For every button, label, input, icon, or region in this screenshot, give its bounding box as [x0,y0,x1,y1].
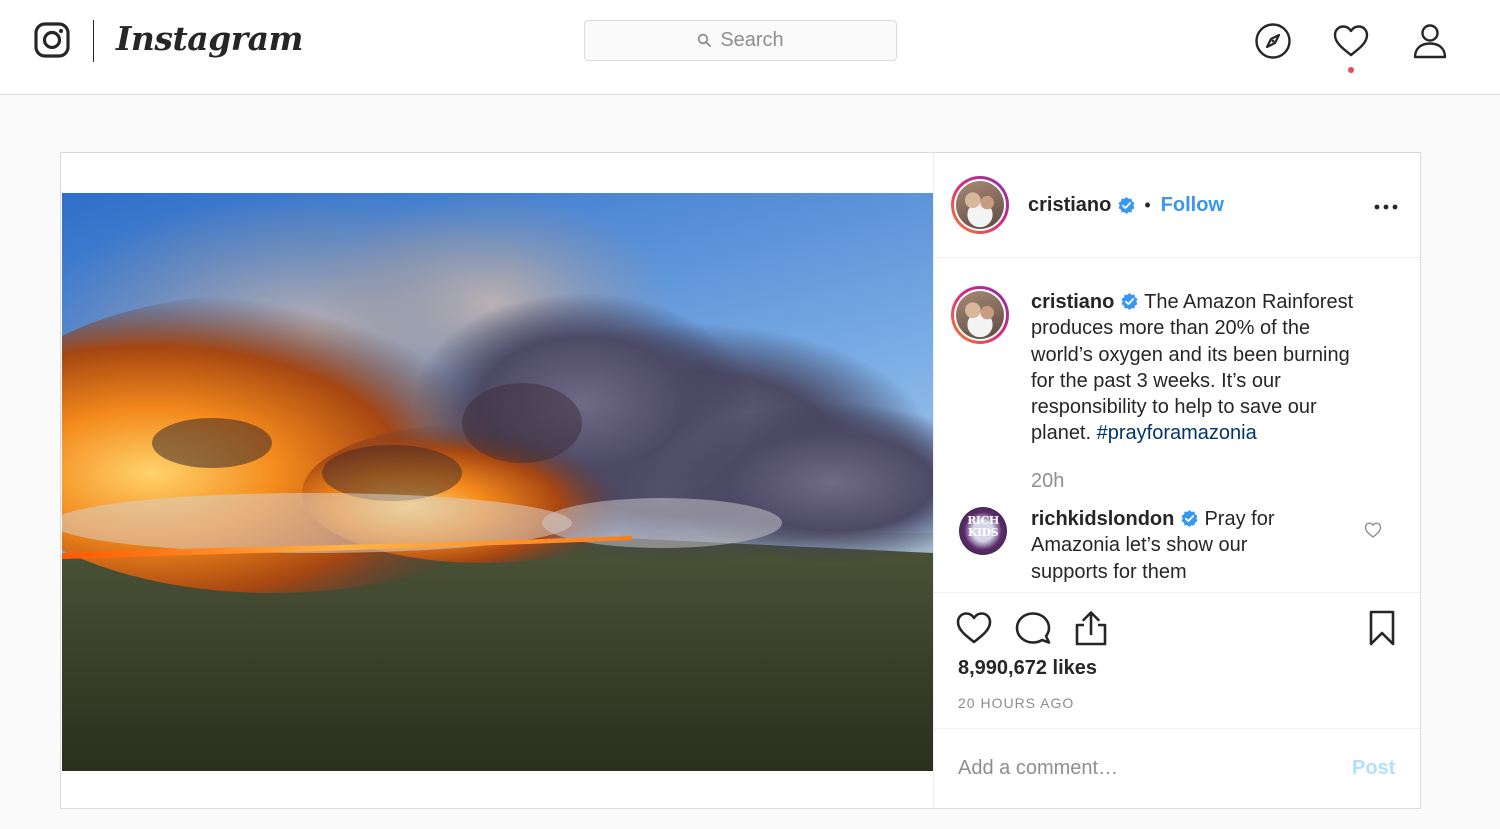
caption-hashtag[interactable]: #prayforamazonia [1097,422,1257,444]
comment-bubble-icon[interactable] [1014,609,1052,647]
search-icon [698,33,712,47]
post-caption: cristiano The Amazon Rainforest produces… [1031,289,1376,447]
like-heart-icon[interactable] [955,609,993,647]
caption-author-avatar[interactable] [951,286,1009,344]
commenter-avatar-text: RICH KIDS [967,514,999,539]
search-box[interactable]: Search [584,20,897,61]
top-navigation-bar: Instagram Search [0,0,1500,95]
post-actions: 8,990,672 likes 20 HOURS AGO [934,592,1420,729]
verified-badge-icon [1121,292,1138,311]
verified-badge-icon [1118,196,1135,215]
comment-input[interactable] [956,751,1320,785]
posted-time[interactable]: 20 HOURS AGO [958,695,1074,711]
post-header: cristiano • Follow [934,153,1420,258]
heart-icon[interactable] [1332,22,1370,60]
like-count[interactable]: 8,990,672 likes [958,657,1097,680]
post-card: cristiano • Follow cristiano The Amazon … [60,152,1421,809]
post-sidebar: cristiano • Follow cristiano The Amazon … [933,153,1420,808]
commenter-avatar[interactable]: RICH KIDS [959,507,1007,555]
notification-dot [1348,67,1354,73]
comment: richkidslondon Pray for Amazonia let’s s… [1031,506,1321,585]
compass-icon[interactable] [1254,22,1292,60]
post-header-user: cristiano • Follow [1028,194,1224,217]
add-comment-bar: Post [934,728,1420,809]
search-placeholder: Search [720,29,784,51]
post-comment-button[interactable]: Post [1352,757,1395,780]
profile-icon[interactable] [1411,22,1449,60]
follow-button[interactable]: Follow [1161,194,1224,217]
post-photo[interactable] [62,193,933,771]
author-avatar[interactable] [951,176,1009,234]
more-options-icon[interactable] [1374,203,1398,211]
caption-username[interactable]: cristiano [1031,291,1114,313]
header-separator: • [1144,195,1151,215]
verified-badge-icon [1181,509,1198,528]
author-username[interactable]: cristiano [1028,194,1111,217]
bookmark-icon[interactable] [1363,609,1401,647]
commenter-username[interactable]: richkidslondon [1031,508,1174,530]
share-icon[interactable] [1072,609,1110,647]
nav-divider [93,20,94,62]
caption-age: 20h [1031,470,1065,492]
instagram-glyph-icon[interactable] [34,22,70,58]
post-media[interactable] [61,153,933,808]
instagram-wordmark[interactable]: Instagram [116,14,303,64]
comment-like-heart-icon[interactable] [1364,521,1382,539]
